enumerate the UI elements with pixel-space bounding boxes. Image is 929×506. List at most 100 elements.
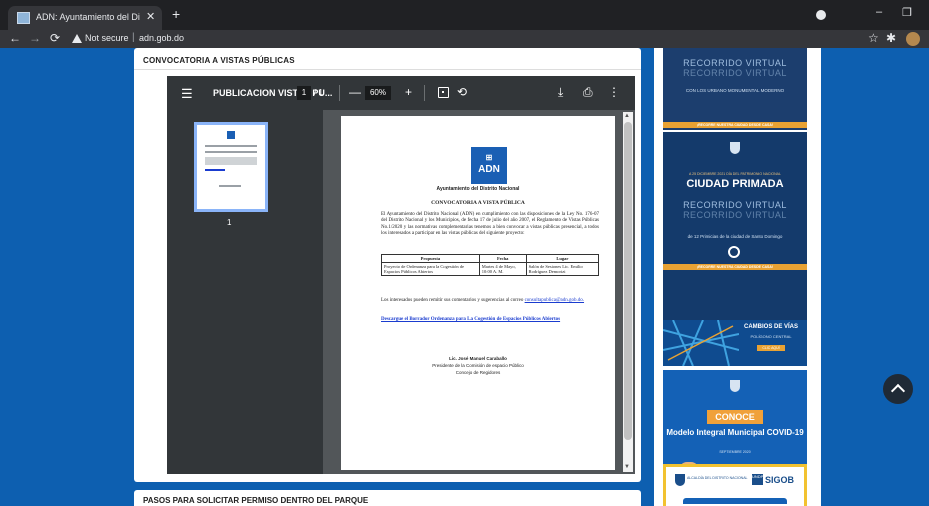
download-icon[interactable]: ⤓ — [558, 85, 563, 100]
cambios-title: CAMBIOS DE VÍAS — [743, 324, 798, 330]
document-body: El Ayuntamiento del Distrito Nacional (A… — [381, 212, 599, 236]
fit-page-icon[interactable] — [438, 87, 449, 98]
banner-strip: ¡RECORRE NUESTRA CIUDAD DESDE CASA! — [663, 264, 807, 270]
clic-aqui-button[interactable]: CLIC AQUÍ — [757, 345, 785, 351]
zoom-in-button[interactable]: + — [405, 85, 412, 99]
document-heading: CONVOCATORIA A VISTA PÚBLICA — [431, 200, 525, 206]
tab-title: ADN: Ayuntamiento del Distrito N — [36, 12, 140, 22]
browser-tab[interactable]: ADN: Ayuntamiento del Distrito N ✕ — [8, 6, 162, 30]
extensions-icon[interactable]: ✱ — [886, 31, 896, 45]
table-row: Proyecto de Ordenanza para la Cogestión … — [381, 262, 600, 276]
sigob-strip — [683, 498, 787, 504]
banner-note: A 25 DICIEMBRE 2021 DÍA DEL PATRIMONIO N… — [689, 172, 781, 176]
download-draft-link[interactable]: Descargue el Borrador Ordenanza para La … — [381, 317, 560, 322]
permiso-card: PASOS PARA SOLICITAR PERMISO DENTRO DEL … — [134, 490, 641, 506]
pdf-scrollbar-thumb[interactable] — [624, 122, 632, 440]
reload-button[interactable]: ⟳ — [50, 31, 60, 45]
covid-model-date: SEPTIEMBRE 2020 — [719, 450, 751, 454]
close-tab-icon[interactable]: ✕ — [146, 10, 155, 23]
banner-rv-title: RECORRIDO VIRTUAL — [683, 58, 787, 68]
contact-paragraph: Los interesados pueden remitir sus comen… — [381, 298, 599, 304]
signer-role: Presidente de la Comisión de espacio Púb… — [432, 363, 524, 368]
security-status[interactable]: Not secure — [85, 33, 129, 43]
thumbnail-line — [205, 145, 257, 147]
back-button[interactable]: ← — [9, 31, 21, 45]
signer-name: Lic. José Manuel Caraballo — [449, 356, 507, 361]
section-divider — [134, 69, 641, 70]
page-total: / 1 — [314, 88, 323, 97]
sigob-logo: SIGOB — [765, 475, 795, 485]
zoom-level-input[interactable]: 60% — [365, 86, 391, 100]
window-minimize-button[interactable]: – — [876, 6, 882, 18]
forward-button[interactable]: → — [29, 31, 41, 45]
conoce-badge: CONOCE — [707, 410, 763, 424]
banner-small-note: de 12 Primicias de la ciudad de Santo Do… — [687, 234, 783, 239]
table-cell: Proyecto de Ordenanza para la Cogestión … — [381, 262, 480, 276]
rotate-icon[interactable]: ⟲ — [457, 85, 467, 99]
gear-icon — [728, 246, 740, 258]
thumbnail-sidebar: 1 — [167, 110, 323, 474]
thumbnail-page-number: 1 — [227, 218, 232, 227]
thumbnail-logo — [227, 131, 235, 139]
address-separator: | — [132, 32, 135, 43]
recorrido-virtual-banner[interactable]: RECORRIDO VIRTUAL RECORRIDO VIRTUAL CON … — [663, 48, 807, 130]
banner-column: RECORRIDO VIRTUAL RECORRIDO VIRTUAL CON … — [654, 48, 821, 506]
toolbar-divider — [339, 85, 340, 101]
table-header: Lugar — [525, 254, 600, 263]
undp-logo: UNDP — [752, 474, 763, 485]
banner-rv-ghost: RECORRIDO VIRTUAL — [683, 210, 787, 220]
menu-icon[interactable]: ☰ — [181, 86, 193, 102]
banner-strip: ¡RECORRE NUESTRA CIUDAD DESDE CASA! — [663, 122, 807, 128]
thumbnail-link — [205, 169, 225, 171]
pdf-page: ⊞ ADN Ayuntamiento del Distrito Nacional… — [341, 116, 615, 470]
new-tab-button[interactable]: + — [172, 6, 180, 22]
bookmark-star-icon[interactable]: ☆ — [868, 31, 879, 45]
pdf-scrollbar[interactable]: ▲ ▼ — [623, 112, 633, 472]
scroll-to-top-button[interactable] — [883, 374, 913, 404]
more-options-icon[interactable]: ⋮ — [608, 85, 620, 99]
map-icon — [663, 320, 739, 366]
contact-email-link[interactable]: consultapublica@adn.gob.do. — [525, 298, 584, 303]
cambios-subtitle: POLÍGONO CENTRAL — [750, 334, 792, 339]
ciudad-primada-banner[interactable]: A 25 DICIEMBRE 2021 DÍA DEL PATRIMONIO N… — [663, 132, 807, 320]
table-header: Fecha — [478, 254, 527, 263]
window-restore-button[interactable]: ❐ — [902, 6, 912, 19]
contact-text: Los interesados pueden remitir sus comen… — [381, 298, 524, 303]
table-header-row: Propuesta Fecha Lugar — [381, 254, 600, 263]
pdf-toolbar: ☰ PUBLICACION VISTAS PU... 1 / 1 — 60% +… — [167, 76, 635, 110]
coat-of-arms-icon — [730, 142, 740, 154]
thumbnail-line — [219, 185, 241, 187]
ciudad-primada-title: CIUDAD PRIMADA — [686, 178, 784, 190]
recording-indicator-icon — [816, 10, 826, 20]
page-number-input[interactable]: 1 — [297, 86, 311, 100]
warning-icon[interactable] — [72, 34, 82, 43]
document-organization: Ayuntamiento del Distrito Nacional — [436, 186, 520, 192]
next-section-title: PASOS PARA SOLICITAR PERMISO DENTRO DEL … — [143, 496, 369, 505]
adn-logo-text: ADN — [478, 164, 500, 175]
address-bar: ← → ⟳ Not secure | adn.gob.do ☆ ✱ — [0, 30, 929, 48]
print-icon[interactable]: ⎙ — [583, 85, 593, 100]
zoom-out-button[interactable]: — — [349, 85, 361, 99]
pdf-viewer[interactable]: ☰ PUBLICACION VISTAS PU... 1 / 1 — 60% +… — [167, 76, 635, 474]
scroll-down-icon[interactable]: ▼ — [624, 464, 630, 470]
coat-of-arms-icon — [730, 380, 740, 392]
cambios-de-vias-banner[interactable]: CAMBIOS DE VÍAS POLÍGONO CENTRAL CLIC AQ… — [663, 320, 807, 366]
url-field[interactable]: adn.gob.do — [139, 33, 184, 43]
sigob-banner[interactable]: ALCALDÍA DEL DISTRITO NACIONAL UNDP SIGO… — [663, 464, 807, 506]
scroll-up-icon[interactable]: ▲ — [624, 113, 630, 119]
coat-of-arms-icon — [675, 474, 685, 486]
thumbnail-line — [205, 151, 257, 153]
banner-rv-ghost: RECORRIDO VIRTUAL — [683, 68, 787, 78]
alcaldia-label: ALCALDÍA DEL DISTRITO NACIONAL — [687, 476, 748, 480]
signer-department: Concejo de Regidores — [455, 370, 501, 375]
table-cell: Salón de Sesiones Lic. Emilio Rodríguez … — [525, 262, 600, 276]
hearing-table: Propuesta Fecha Lugar Proyecto de Ordena… — [381, 254, 600, 276]
profile-avatar[interactable] — [906, 32, 920, 46]
adn-emblem-icon: ⊞ — [485, 153, 493, 162]
banner-note: CON LOS URBANO MONUMENTAL MODERNO — [685, 88, 785, 93]
page-thumbnail[interactable] — [194, 122, 268, 212]
site-favicon-icon — [17, 12, 30, 24]
adn-logo: ⊞ ADN — [471, 147, 507, 184]
thumbnail-table — [205, 157, 257, 165]
table-cell: Martes 4 de Mayo, 10:00 A. M. — [478, 262, 527, 276]
